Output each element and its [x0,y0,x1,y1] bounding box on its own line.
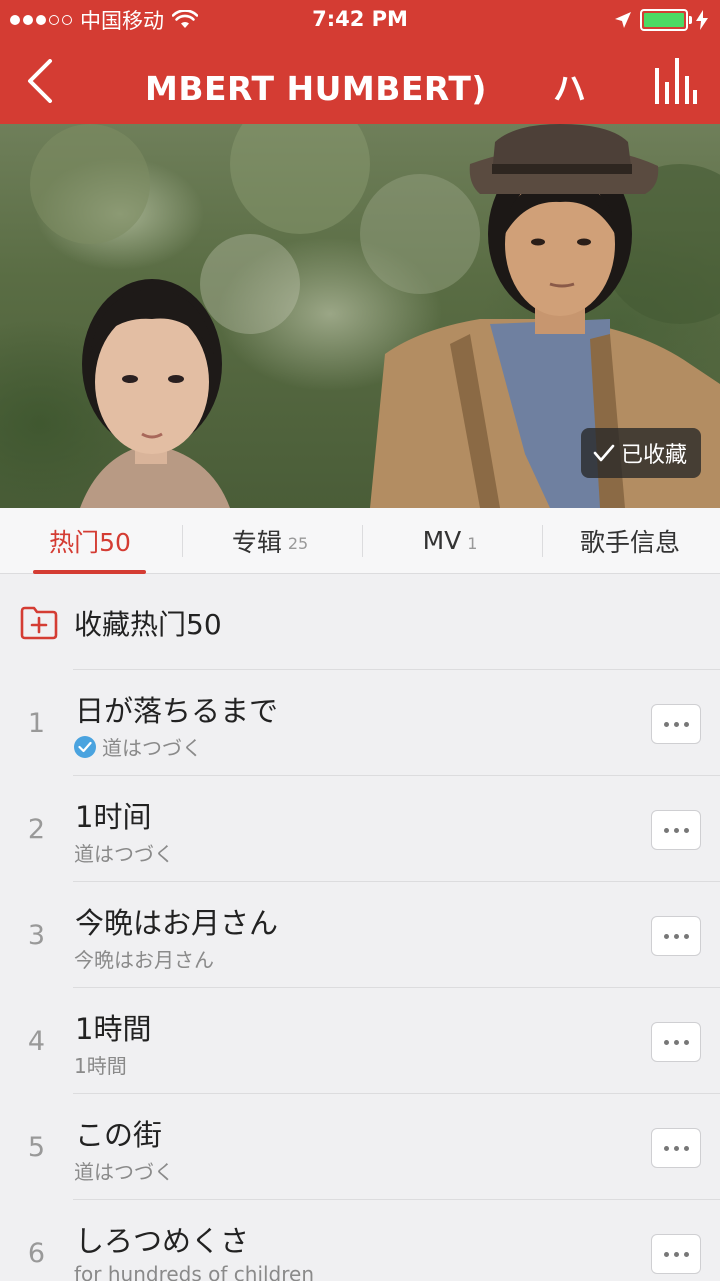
favorited-label: 已收藏 [620,443,687,468]
status-bar: 中国移动 7:42 PM [0,0,720,40]
song-subtitle: for hundreds of children [74,1262,314,1281]
tab-divider [362,525,363,557]
back-button[interactable] [20,56,60,106]
song-title: 1時間 [75,1012,152,1046]
song-title: しろつめくさ [75,1224,250,1258]
tab-albums-count: 25 [287,534,309,553]
location-arrow-icon [615,12,631,28]
charging-bolt-icon [696,10,708,30]
song-album: for hundreds of children [74,1262,315,1281]
tab-mv[interactable]: MV 1 [360,508,540,573]
folder-add-icon [20,606,58,639]
battery-icon [640,9,692,31]
equalizer-icon [655,58,697,104]
more-options-button[interactable] [651,916,701,956]
downloaded-check-icon [74,735,96,758]
song-title: 今晩はお月さん [75,906,279,940]
song-album: 道はつづく [102,736,202,760]
tab-artist-info-label: 歌手信息 [579,527,680,557]
page-title: MBERT HUMBERT) ハン [145,40,585,124]
song-number: 5 [27,1131,46,1163]
song-album: 道はつづく [74,1160,174,1184]
favorited-button[interactable]: 已收藏 [580,428,701,478]
tab-divider [542,525,543,557]
song-number: 6 [27,1237,46,1269]
song-title: この街 [75,1118,163,1152]
more-options-button[interactable] [651,1022,701,1062]
song-number: 3 [27,919,46,951]
now-playing-button[interactable] [652,56,698,106]
tab-mv-label: MV [422,526,462,555]
song-row[interactable]: 5 この街 道はつづく [0,1094,720,1200]
song-album: 道はつづく [74,842,174,866]
tab-artist-info[interactable]: 歌手信息 [540,508,720,573]
song-number: 1 [27,707,46,739]
tab-divider [182,525,183,557]
tab-albums-label: 专辑 [231,527,282,557]
page-title-primary: MBERT HUMBERT) [145,69,487,108]
more-options-button[interactable] [651,1234,701,1274]
song-subtitle: 今晩はお月さん [74,944,214,973]
song-subtitle: 道はつづく [74,1156,174,1185]
song-title: 1时间 [75,800,152,834]
song-row[interactable]: 1 日が落ちるまで 道はつづく [0,670,720,776]
collect-hot50-label: 收藏热门50 [74,607,222,641]
song-list: 1 日が落ちるまで 道はつづく 2 1时间 道はつづく 3 今晩はお月さん 今晩… [0,670,720,1281]
status-time: 7:42 PM [312,7,408,31]
navigation-bar: MBERT HUMBERT) ハン [0,40,720,124]
tab-mv-count: 1 [467,534,478,553]
more-options-button[interactable] [651,704,701,744]
tab-hot50[interactable]: 热门50 [0,508,180,574]
artist-tabs: 热门50 专辑 25 MV 1 歌手信息 [0,508,720,574]
more-options-button[interactable] [651,810,701,850]
song-subtitle: 道はつづく [74,838,174,867]
checkmark-icon [593,444,615,462]
more-options-button[interactable] [651,1128,701,1168]
artist-photo: 已收藏 [0,124,720,508]
collect-hot50-button[interactable]: 收藏热门50 [0,575,720,670]
song-album: 今晩はお月さん [74,948,214,972]
song-row[interactable]: 3 今晩はお月さん 今晩はお月さん [0,882,720,988]
song-album: 1時間 [74,1054,127,1078]
song-subtitle: 1時間 [74,1050,127,1079]
page-title-secondary: ハン [552,69,585,108]
song-number: 4 [27,1025,46,1057]
status-bar-right [614,0,708,40]
song-row[interactable]: 6 しろつめくさ for hundreds of children [0,1200,720,1281]
song-row[interactable]: 2 1时间 道はつづく [0,776,720,882]
chevron-left-icon [28,59,52,103]
song-row[interactable]: 4 1時間 1時間 [0,988,720,1094]
song-title: 日が落ちるまで [75,694,279,728]
tab-albums[interactable]: 专辑 25 [180,508,360,573]
song-number: 2 [27,813,46,845]
tab-hot50-label: 热门50 [49,527,131,557]
song-subtitle: 道はつづく [74,732,202,761]
